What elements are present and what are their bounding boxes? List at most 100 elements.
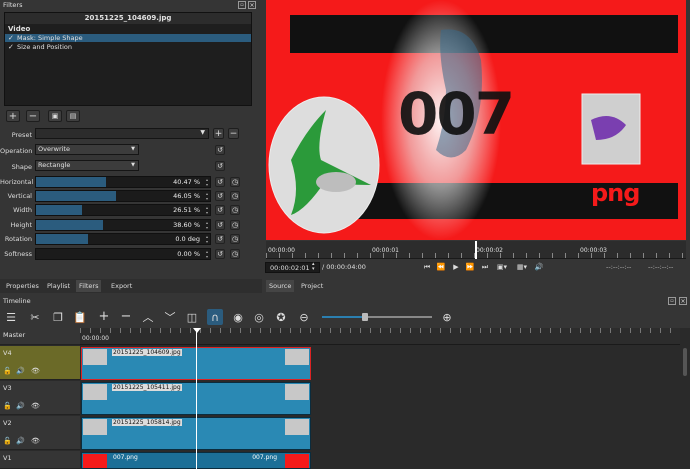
track-header-v2[interactable]: V2 🔓 🔊 👁 [0,416,80,450]
save-preset-button[interactable]: + [213,128,224,139]
scrub-icon[interactable]: ◉ [231,311,245,324]
clip-thumbnail [285,419,309,435]
split-icon[interactable]: ◫ [186,311,198,324]
spin-icon[interactable]: ▴ ▾ [206,191,208,201]
keyframe-icon[interactable]: ◷ [230,220,240,230]
param-slider-vertical[interactable]: 46.05 % ▴ ▾ [35,190,211,202]
param-slider-width[interactable]: 26.51 % ▴ ▾ [35,204,211,216]
track-header-v4[interactable]: V4 🔓 🔊 👁 [0,346,80,380]
keyframe-icon[interactable]: ◷ [230,177,240,187]
scrollbar-thumb[interactable] [683,348,687,376]
operation-select[interactable]: Overwrite ▼ [35,144,139,155]
chevron-down-icon: ▼ [131,146,135,152]
fast-forward-icon[interactable]: ⏩ [465,262,475,272]
lock-icon[interactable]: 🔓 [3,367,12,375]
preset-select[interactable]: ▼ [35,128,209,139]
tab-source[interactable]: Source [266,280,295,292]
spin-icon[interactable]: ▴ ▾ [206,220,208,230]
lift-icon[interactable]: ︿ [142,311,154,324]
skip-start-icon[interactable]: ⏮ [422,262,432,272]
track-header-v1[interactable]: V1 [0,451,80,469]
shape-select[interactable]: Rectangle ▼ [35,160,139,171]
tab-playlist[interactable]: Playlist [44,280,73,292]
keyframe-icon[interactable]: ◷ [230,249,240,259]
timecode-stepper[interactable]: ▴ ▾ [312,262,315,272]
spin-icon[interactable]: ▴ ▾ [206,234,208,244]
ripple-icon[interactable]: ◎ [253,311,265,324]
timeline-playhead-head[interactable] [193,328,201,333]
spin-icon[interactable]: ▴ ▾ [206,249,208,259]
delete-preset-button[interactable]: − [228,128,239,139]
filter-list[interactable]: 20151225_104609.jpg Video ✓ Mask: Simple… [4,12,252,106]
tab-project[interactable]: Project [298,280,326,292]
playhead-marker[interactable] [475,241,477,259]
paste-filter-button[interactable]: ▤ [66,110,80,122]
reset-icon[interactable]: ↺ [215,205,225,215]
param-slider-rotation[interactable]: 0.0 deg ▴ ▾ [35,233,211,245]
tab-properties[interactable]: Properties [3,280,42,292]
eye-icon[interactable]: 👁 [31,437,40,445]
reset-icon[interactable]: ↺ [215,145,225,155]
zoom-icon[interactable]: ▣▾ [494,262,510,272]
lock-icon[interactable]: 🔓 [3,437,12,445]
mute-icon[interactable]: 🔊 [16,437,25,445]
zoom-slider[interactable] [322,313,432,321]
filter-item-mask[interactable]: ✓ Mask: Simple Shape [5,34,251,42]
spin-icon[interactable]: ▴ ▾ [206,205,208,215]
remove-filter-button[interactable]: − [26,110,40,122]
reset-icon[interactable]: ↺ [215,191,225,201]
in-point-label: --:--:--:-- [606,263,632,271]
eye-icon[interactable]: 👁 [31,402,40,410]
param-slider-softness[interactable]: 0.00 % ▴ ▾ [35,248,211,260]
check-icon[interactable]: ✓ [8,43,17,51]
volume-icon[interactable]: 🔊 [533,262,545,272]
mute-icon[interactable]: 🔊 [16,402,25,410]
keyframe-icon[interactable]: ◷ [230,205,240,215]
param-slider-height[interactable]: 38.60 % ▴ ▾ [35,219,211,231]
rewind-icon[interactable]: ⏪ [436,262,446,272]
video-preview[interactable]: 007 png [266,0,686,240]
vertical-scrollbar[interactable] [682,346,688,469]
close-icon[interactable]: × [248,1,256,9]
menu-icon[interactable]: ☰ [5,311,17,324]
tab-filters[interactable]: Filters [76,280,102,292]
reset-icon[interactable]: ↺ [215,161,225,171]
zoom-in-icon[interactable]: ⊕ [441,311,453,324]
cut-icon[interactable]: ✂ [29,311,41,324]
reset-icon[interactable]: ↺ [215,220,225,230]
reset-icon[interactable]: ↺ [215,177,225,187]
keyframe-icon[interactable]: ◷ [230,191,240,201]
copy-filter-button[interactable]: ▣ [48,110,62,122]
zoom-slider-handle[interactable] [362,313,368,321]
track-header-v3[interactable]: V3 🔓 🔊 👁 [0,381,80,415]
grid-icon[interactable]: ▦▾ [514,262,530,272]
reset-icon[interactable]: ↺ [215,249,225,259]
overwrite-icon[interactable]: ﹀ [164,311,176,324]
check-icon[interactable]: ✓ [8,34,17,42]
snap-icon[interactable]: ∩ [207,309,223,325]
param-slider-horizontal[interactable]: 40.47 % ▴ ▾ [35,176,211,188]
eye-icon[interactable]: 👁 [31,367,40,375]
play-icon[interactable]: ▶ [451,262,461,272]
player-ruler[interactable]: 00:00:00 00:00:01 00:00:02 00:00:03 [266,241,686,259]
tab-export[interactable]: Export [108,280,135,292]
lock-icon[interactable]: 🔓 [3,402,12,410]
copy-icon[interactable]: ❐ [52,311,64,324]
float-icon[interactable]: ▫ [668,297,676,305]
filter-item-size-position[interactable]: ✓ Size and Position [5,42,251,51]
zoom-out-icon[interactable]: ⊖ [298,311,310,324]
ripple-all-icon[interactable]: ✪ [275,311,287,324]
timeline-playhead[interactable] [196,330,197,469]
float-icon[interactable]: ▫ [238,1,246,9]
mute-icon[interactable]: 🔊 [16,367,25,375]
reset-icon[interactable]: ↺ [215,234,225,244]
remove-icon[interactable]: − [120,309,132,324]
spin-icon[interactable]: ▴ ▾ [206,177,208,187]
add-filter-button[interactable]: + [6,110,20,122]
skip-end-icon[interactable]: ⏭ [480,262,490,272]
timeline-ruler[interactable]: 00:00:00 [80,328,680,345]
paste-icon[interactable]: 📋 [73,311,87,324]
keyframe-icon[interactable]: ◷ [230,234,240,244]
close-icon[interactable]: × [679,297,687,305]
append-icon[interactable]: + [98,309,110,324]
